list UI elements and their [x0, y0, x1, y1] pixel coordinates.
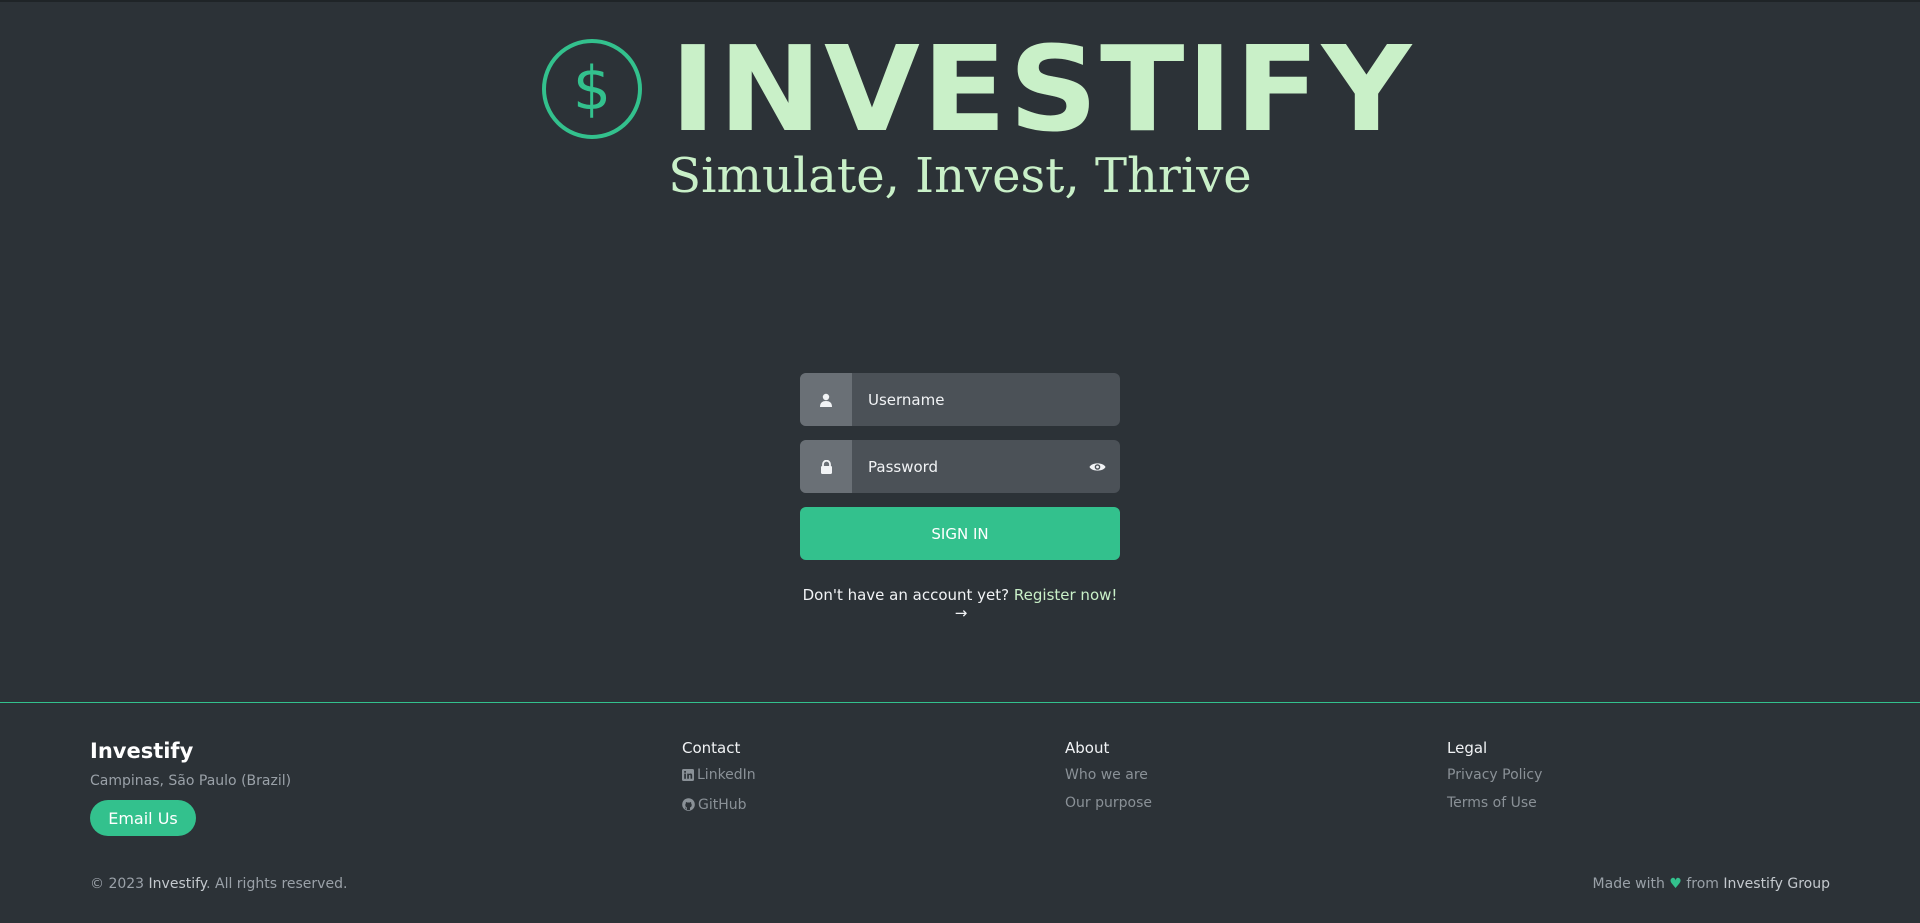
dollar-coin-icon: $ — [541, 39, 642, 139]
tagline: Simulate, Invest, Thrive — [668, 148, 1252, 204]
terms-of-use-link[interactable]: Terms of Use — [1447, 793, 1542, 813]
copyright-brand: Investify — [148, 876, 207, 892]
privacy-policy-link[interactable]: Privacy Policy — [1447, 765, 1542, 785]
username-group — [800, 373, 1120, 426]
footer-legal-column: Legal Privacy Policy Terms of Use — [1447, 739, 1542, 821]
arrow-right-icon[interactable]: → — [955, 604, 968, 622]
username-input[interactable] — [852, 373, 1120, 426]
footer-about-column: About Who we are Our purpose — [1065, 739, 1152, 821]
who-we-are-link[interactable]: Who we are — [1065, 765, 1152, 785]
register-prompt: Don't have an account yet? Register now!… — [800, 586, 1120, 622]
group-name: Investify Group — [1723, 876, 1830, 892]
made-with-credit: Made with ♥ from Investify Group — [1593, 876, 1830, 892]
brand-wordmark: INVESTIFY — [669, 20, 1414, 158]
copyright-prefix: © 2023 — [90, 876, 145, 892]
footer-contact-title: Contact — [682, 739, 741, 757]
github-link[interactable]: GitHub — [682, 795, 756, 817]
dollar-symbol: $ — [572, 54, 612, 124]
footer-brand: Investify — [90, 739, 194, 763]
linkedin-label: LinkedIn — [697, 767, 756, 783]
heart-icon: ♥ — [1669, 876, 1682, 892]
our-purpose-link[interactable]: Our purpose — [1065, 793, 1152, 813]
logo: $ INVESTIFY — [0, 30, 1920, 148]
register-prompt-text: Don't have an account yet? — [802, 586, 1010, 604]
github-label: GitHub — [698, 797, 747, 813]
sign-in-button[interactable]: SIGN IN — [800, 507, 1120, 560]
lock-icon — [800, 440, 852, 493]
copyright: © 2023 Investify. All rights reserved. — [90, 876, 347, 892]
password-group — [800, 440, 1120, 493]
user-icon — [800, 373, 852, 426]
linkedin-icon — [682, 767, 694, 787]
from-text: from — [1686, 876, 1719, 892]
password-input[interactable] — [852, 440, 1074, 493]
register-link[interactable]: Register now! — [1014, 586, 1118, 604]
email-us-button[interactable]: Email Us — [90, 800, 196, 836]
footer-legal-title: Legal — [1447, 739, 1488, 757]
eye-icon[interactable] — [1074, 440, 1120, 493]
footer-contact-column: Contact LinkedIn GitHub — [682, 739, 756, 825]
footer: Investify Campinas, São Paulo (Brazil) E… — [0, 702, 1920, 923]
github-icon — [682, 797, 695, 817]
login-form: SIGN IN Don't have an account yet? Regis… — [800, 373, 1120, 622]
copyright-suffix: . All rights reserved. — [206, 876, 348, 892]
footer-about-title: About — [1065, 739, 1110, 757]
footer-location: Campinas, São Paulo (Brazil) — [90, 773, 292, 789]
made-with-text: Made with — [1592, 876, 1665, 892]
linkedin-link[interactable]: LinkedIn — [682, 765, 756, 787]
